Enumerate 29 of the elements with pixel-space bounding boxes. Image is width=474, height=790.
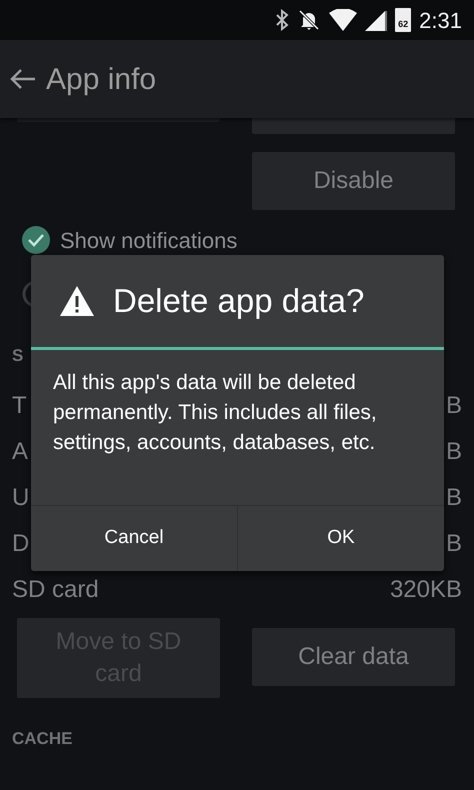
storage-value: B <box>446 437 462 467</box>
dialog-button[interactable]: OK <box>237 506 444 571</box>
storage-label: SD card <box>12 575 99 605</box>
storage-label: A <box>12 437 28 467</box>
warning-icon <box>59 285 95 317</box>
storage-label: T <box>12 391 27 421</box>
muted-bell-icon <box>297 8 322 32</box>
option-label: Show notifications <box>60 226 238 254</box>
dialog-message: All this app's data will be deleted permanently. This includes all files, settings, accounts, databases, etc. <box>52 370 378 456</box>
wifi-icon <box>329 9 358 31</box>
storage-label: U <box>12 483 30 513</box>
storage-value: B <box>446 483 462 513</box>
storage-value: B <box>446 529 462 559</box>
dialog-title: Delete app data? <box>113 281 364 322</box>
signal-icon <box>365 9 388 31</box>
action-button[interactable]: Disable <box>252 152 455 210</box>
battery-icon: 62 <box>395 8 412 32</box>
clock-time: 2:31 <box>419 6 462 34</box>
section-header: CACHE <box>12 729 72 749</box>
storage-label: D <box>12 529 30 559</box>
bluetooth-icon <box>275 9 290 31</box>
dialog-button[interactable]: Cancel <box>31 506 237 571</box>
app-bar-title: App info <box>46 62 156 98</box>
storage-value: 320KB <box>390 575 462 605</box>
back-arrow-icon[interactable] <box>10 68 36 90</box>
section-header: S <box>12 346 24 366</box>
storage-value: B <box>446 391 462 421</box>
action-button[interactable]: Clear data <box>252 628 455 686</box>
checkbox-checked-icon[interactable] <box>22 226 50 254</box>
